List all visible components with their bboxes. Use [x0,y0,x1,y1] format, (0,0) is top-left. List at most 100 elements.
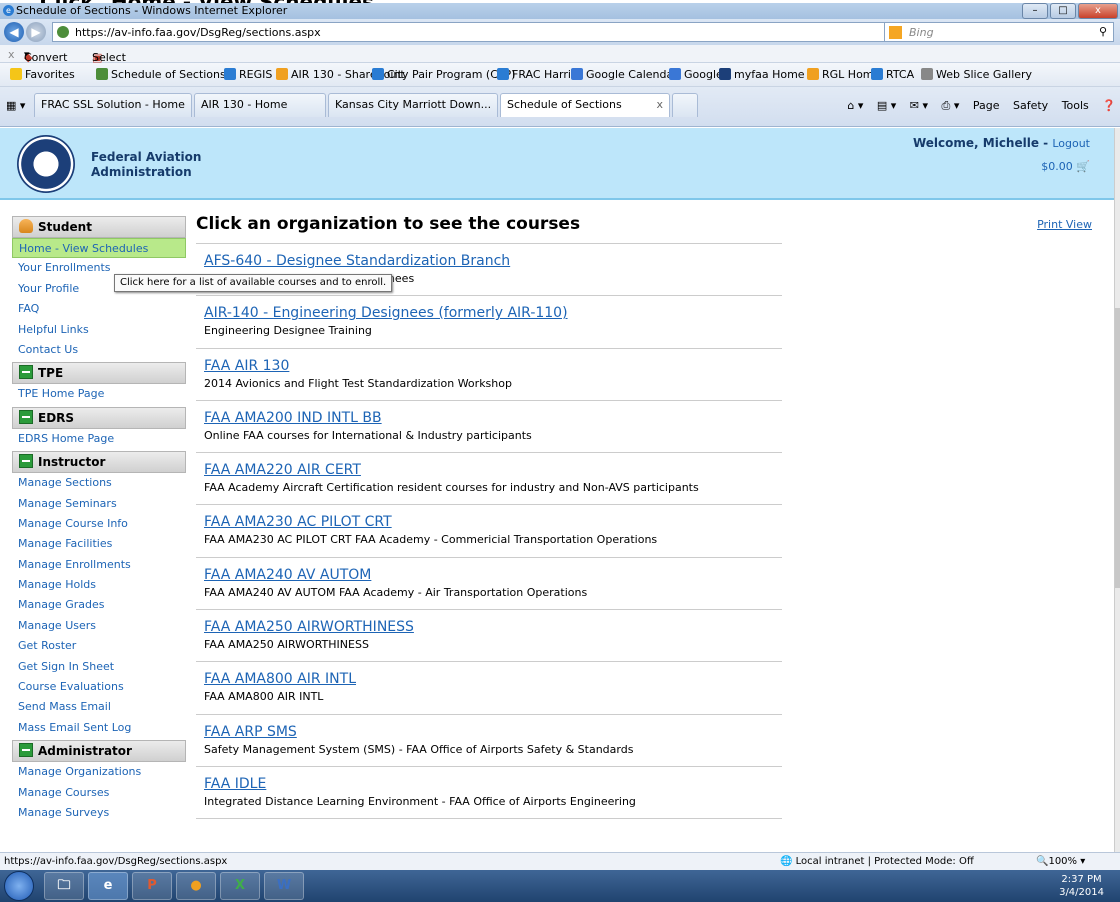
sidebar-link-contact-us[interactable]: Contact Us [12,340,186,360]
page-scrollbar[interactable] [1114,128,1120,852]
system-clock[interactable]: 2:37 PM 3/4/2014 [1059,873,1104,899]
favorite-link[interactable]: RGL Home [807,68,880,81]
sidebar-section-administrator[interactable]: Administrator [12,740,186,763]
safety-menu[interactable]: Safety [1013,99,1048,112]
sidebar-link-course-evaluations[interactable]: Course Evaluations [12,677,186,697]
sidebar-link-manage-grades[interactable]: Manage Grades [12,595,186,615]
person-icon[interactable] [19,219,33,233]
quick-tabs-icon[interactable]: ▦ ▾ [6,99,25,112]
sidebar-link-send-mass-email[interactable]: Send Mass Email [12,697,186,717]
app-taskbar-icon[interactable]: ● [176,872,216,900]
tab-frac-ssl[interactable]: FRAC SSL Solution - Home [34,93,192,117]
sidebar-link-manage-course-info[interactable]: Manage Course Info [12,514,186,534]
sidebar-link-manage-organizations[interactable]: Manage Organizations [12,762,186,782]
sidebar-link-tpe-home-page[interactable]: TPE Home Page [12,384,186,404]
window-titlebar: e Schedule of Sections - Windows Interne… [0,3,1120,19]
tab-air130[interactable]: AIR 130 - Home [194,93,326,117]
sidebar-section-edrs[interactable]: EDRS [12,406,186,429]
organization-link[interactable]: FAA IDLE [204,776,782,792]
back-button[interactable]: ◀ [4,22,24,42]
organization-link[interactable]: FAA AIR 130 [204,358,782,374]
home-icon[interactable]: ⌂ ▾ [847,99,863,112]
faa-header: Federal Aviation Administration Welcome,… [0,128,1114,200]
sidebar-link-manage-holds[interactable]: Manage Holds [12,575,186,595]
collapse-icon[interactable] [19,743,33,758]
cart-icon: 🛒 [1076,160,1090,173]
url-field[interactable]: https://av-info.faa.gov/DsgReg/sections.… [52,22,1022,42]
scrollbar-thumb[interactable] [1115,308,1120,588]
collapse-icon[interactable] [19,409,33,424]
organization-link[interactable]: AIR-140 - Engineering Designees (formerl… [204,305,782,321]
tooltip: Click here for a list of available cours… [114,274,393,292]
minimize-button[interactable]: – [1022,3,1048,19]
sidebar-link-manage-surveys[interactable]: Manage Surveys [12,803,186,823]
powerpoint-taskbar-icon[interactable]: P [132,872,172,900]
organization-link[interactable]: FAA AMA220 AIR CERT [204,462,782,478]
feeds-icon[interactable]: ▤ ▾ [877,99,896,112]
favorite-link[interactable]: REGIS [224,68,272,81]
tools-menu[interactable]: Tools [1062,99,1089,112]
organization-link[interactable]: AFS-640 - Designee Standardization Branc… [204,253,782,269]
sidebar-section-tpe[interactable]: TPE [12,362,186,385]
print-icon[interactable]: ⎙ ▾ [942,99,960,112]
forward-button[interactable]: ▶ [26,22,46,42]
sidebar-link-home-view-schedules[interactable]: Home - View Schedules [12,238,186,259]
sidebar-link-manage-facilities[interactable]: Manage Facilities [12,534,186,554]
organization-list: AFS-640 - Designee Standardization Branc… [196,244,782,820]
favorite-link[interactable]: RTCA [871,68,914,81]
favorite-link[interactable]: Google Calendar [571,68,678,81]
collapse-icon[interactable] [19,454,33,469]
favorites-button[interactable]: Favorites [10,68,75,81]
new-tab-button[interactable] [672,93,698,117]
maximize-button[interactable]: □ [1050,3,1076,19]
sidebar-link-edrs-home-page[interactable]: EDRS Home Page [12,429,186,449]
sidebar-link-manage-sections[interactable]: Manage Sections [12,473,186,493]
favorite-icon [276,68,288,80]
close-tab-icon[interactable]: x [656,94,663,116]
search-icon[interactable]: ⚲ [1099,25,1107,38]
favorite-link[interactable]: myfaa Home [719,68,805,81]
organization-link[interactable]: FAA AMA250 AIRWORTHINESS [204,619,782,635]
close-toolbar-icon[interactable]: x [8,48,15,61]
sidebar-link-manage-seminars[interactable]: Manage Seminars [12,494,186,514]
sidebar-link-faq[interactable]: FAQ [12,299,186,319]
print-view-link[interactable]: Print View [1037,218,1092,231]
sidebar-link-manage-users[interactable]: Manage Users [12,616,186,636]
sidebar-link-get-sign-in-sheet[interactable]: Get Sign In Sheet [12,657,186,677]
favorite-link[interactable]: FRAC Harris [497,68,577,81]
close-window-button[interactable]: x [1078,3,1118,19]
start-button[interactable] [4,871,34,901]
word-taskbar-icon[interactable]: W [264,872,304,900]
mail-icon[interactable]: ✉ ▾ [910,99,928,112]
organization-link[interactable]: FAA AMA240 AV AUTOM [204,567,782,583]
collapse-icon[interactable] [19,365,33,380]
excel-taskbar-icon[interactable]: X [220,872,260,900]
cart-link[interactable]: $0.00 🛒 [1041,160,1090,173]
favorite-link[interactable]: Google [669,68,723,81]
organization-link[interactable]: FAA AMA230 AC PILOT CRT [204,514,782,530]
sidebar-section-student[interactable]: Student [12,216,186,238]
sidebar-link-get-roster[interactable]: Get Roster [12,636,186,656]
logout-link[interactable]: Logout [1052,137,1090,150]
organization-link[interactable]: FAA ARP SMS [204,724,782,740]
convert-button[interactable]: ◆ Convert ▾ [24,48,68,64]
favorite-link[interactable]: Schedule of Sections [96,68,226,81]
zoom-control[interactable]: 🔍100% ▾ [1036,856,1085,867]
sidebar-link-manage-enrollments[interactable]: Manage Enrollments [12,555,186,575]
page-menu[interactable]: Page [973,99,1000,112]
tab-marriott[interactable]: Kansas City Marriott Down... [328,93,498,117]
favorite-link[interactable]: City Pair Program (CPP) [372,68,515,81]
organization-link[interactable]: FAA AMA800 AIR INTL [204,671,782,687]
search-input[interactable]: Bing ⚲ [884,22,1114,42]
organization-link[interactable]: FAA AMA200 IND INTL BB [204,410,782,426]
sidebar-link-manage-courses[interactable]: Manage Courses [12,783,186,803]
explorer-taskbar-icon[interactable]: 🗀 [44,872,84,900]
ie-taskbar-icon[interactable]: e [88,872,128,900]
favorite-link[interactable]: Web Slice Gallery [921,68,1032,81]
sidebar-link-helpful-links[interactable]: Helpful Links [12,320,186,340]
help-icon[interactable]: ❓ [1102,99,1116,112]
sidebar-section-instructor[interactable]: Instructor [12,451,186,474]
sidebar-nav: Student Home - View Schedules Your Enrollm… [12,214,186,823]
tab-schedule-of-sections[interactable]: Schedule of Sections x [500,93,670,117]
sidebar-link-mass-email-sent-log[interactable]: Mass Email Sent Log [12,718,186,738]
